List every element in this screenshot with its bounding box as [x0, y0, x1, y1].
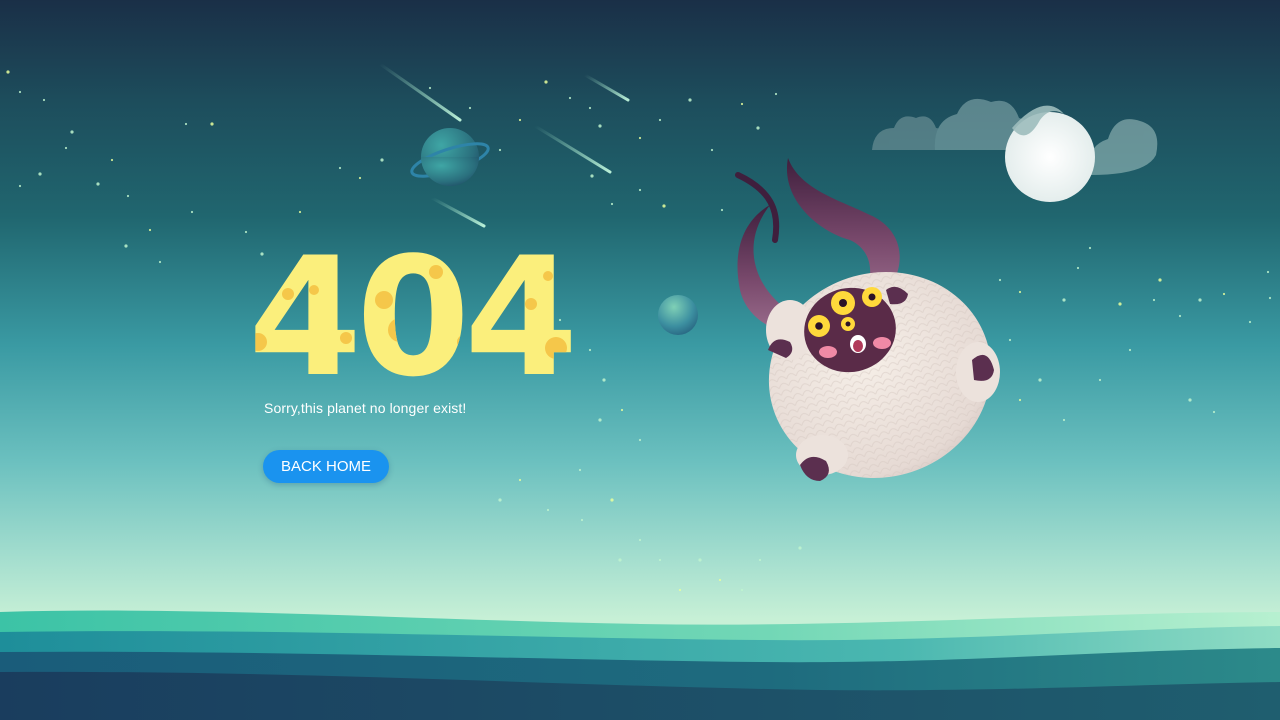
- star-dot: [638, 438, 642, 442]
- star-dot: [756, 126, 760, 130]
- star-dot: [718, 578, 722, 582]
- starfield: [6, 62, 1272, 592]
- star-dot: [698, 558, 702, 562]
- star-dot: [1062, 298, 1066, 302]
- star-dot: [658, 558, 662, 562]
- meteor: [430, 196, 486, 228]
- page-background: 404 404 Sorry,this planet no longer exis…: [0, 0, 1280, 720]
- meteor: [533, 124, 612, 174]
- star-dot: [184, 122, 188, 126]
- star-dot: [1248, 320, 1252, 324]
- star-dot: [1008, 338, 1012, 342]
- star-dot: [568, 96, 572, 100]
- star-dot: [358, 176, 362, 180]
- star-dot: [580, 518, 584, 522]
- error-message: Sorry,this planet no longer exist!: [264, 400, 467, 416]
- star-dot: [590, 174, 594, 178]
- star-dot: [588, 348, 592, 352]
- star-dot: [518, 478, 522, 482]
- star-dot: [638, 136, 642, 140]
- star-dot: [1038, 378, 1042, 382]
- star-dot: [678, 588, 682, 592]
- star-dot: [6, 70, 10, 74]
- star-dot: [1088, 246, 1092, 250]
- star-dot: [610, 498, 614, 502]
- star-dot: [1198, 298, 1202, 302]
- star-dot: [70, 130, 74, 134]
- star-dot: [688, 98, 692, 102]
- star-dot: [1178, 314, 1182, 318]
- star-dot: [158, 260, 162, 264]
- star-dot: [338, 166, 342, 170]
- star-dot: [578, 468, 582, 472]
- star-dot: [720, 208, 724, 212]
- star-dot: [710, 148, 714, 152]
- star-dot: [148, 228, 152, 232]
- star-dot: [210, 122, 214, 126]
- star-dot: [42, 98, 46, 102]
- star-dot: [1212, 410, 1216, 414]
- star-dot: [662, 204, 666, 208]
- star-dot: [518, 118, 522, 122]
- star-dot: [638, 188, 642, 192]
- star-dot: [602, 378, 606, 382]
- star-dot: [1188, 398, 1192, 402]
- stars: [6, 70, 1272, 592]
- star-dot: [1098, 378, 1102, 382]
- star-dot: [498, 148, 502, 152]
- star-dot: [938, 298, 942, 302]
- star-dot: [18, 90, 22, 94]
- star-dot: [620, 408, 624, 412]
- star-dot: [1266, 270, 1270, 274]
- star-dot: [998, 278, 1002, 282]
- meteors: [378, 62, 630, 228]
- star-dot: [610, 202, 614, 206]
- star-dot: [110, 158, 114, 162]
- star-dot: [758, 558, 762, 562]
- star-dot: [96, 182, 100, 186]
- star-dot: [798, 546, 802, 550]
- star-dot: [588, 106, 592, 110]
- star-dot: [18, 184, 22, 188]
- meteor: [378, 62, 462, 122]
- error-code: 404 404: [248, 232, 578, 392]
- star-dot: [618, 558, 622, 562]
- star-dot: [1018, 398, 1022, 402]
- star-dot: [658, 118, 662, 122]
- star-dot: [380, 158, 384, 162]
- star-dot: [1128, 348, 1132, 352]
- star-dot: [598, 418, 602, 422]
- star-dot: [638, 538, 642, 542]
- star-dot: [468, 106, 472, 110]
- back-home-button[interactable]: BACK HOME: [263, 450, 389, 483]
- star-dot: [124, 244, 128, 248]
- star-dot: [190, 210, 194, 214]
- star-dot: [1268, 296, 1272, 300]
- star-dot: [598, 124, 602, 128]
- meteor: [583, 73, 630, 102]
- star-dot: [1118, 302, 1122, 306]
- star-dot: [740, 102, 744, 106]
- star-dot: [298, 210, 302, 214]
- star-dot: [1158, 278, 1162, 282]
- star-dot: [498, 498, 502, 502]
- star-dot: [1222, 292, 1226, 296]
- star-dot: [546, 508, 550, 512]
- star-dot: [428, 86, 432, 90]
- error-code-text: 404: [248, 232, 572, 392]
- star-dot: [1018, 290, 1022, 294]
- star-dot: [1062, 418, 1066, 422]
- star-dot: [740, 588, 744, 592]
- star-dot: [1076, 266, 1080, 270]
- star-dot: [64, 146, 68, 150]
- star-dot: [244, 230, 248, 234]
- star-dot: [126, 194, 130, 198]
- star-dot: [1152, 298, 1156, 302]
- star-dot: [774, 92, 778, 96]
- star-dot: [544, 80, 548, 84]
- star-dot: [38, 172, 42, 176]
